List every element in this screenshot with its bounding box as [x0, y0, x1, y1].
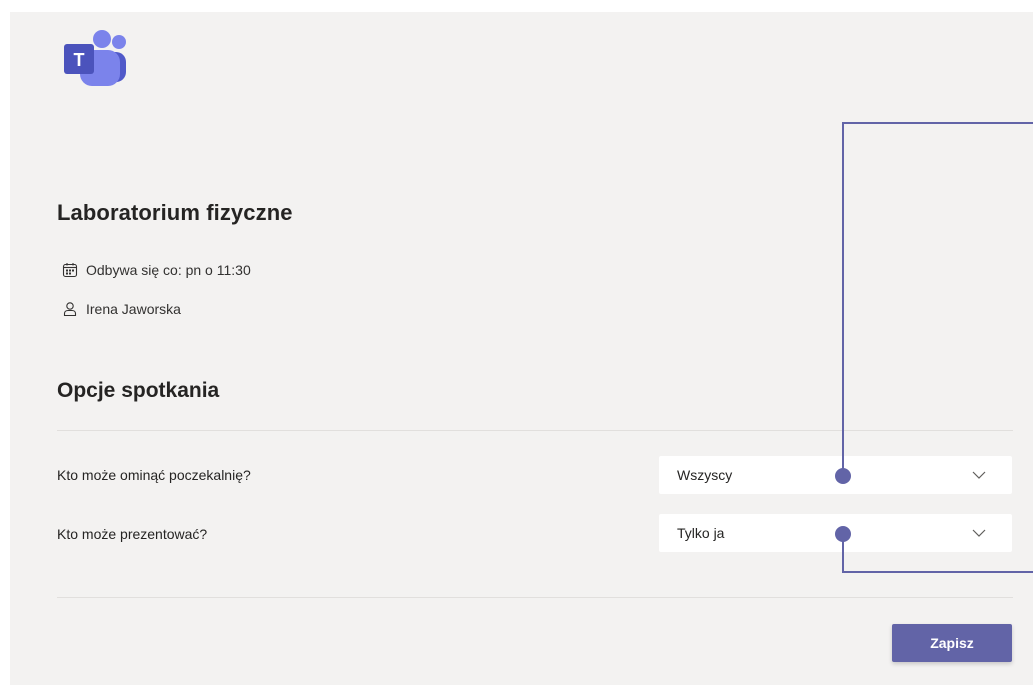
meeting-options-page	[10, 12, 1033, 685]
organizer-name: Irena Jaworska	[86, 301, 181, 317]
presenters-value: Tylko ja	[677, 525, 725, 541]
teams-logo-icon: T	[64, 30, 128, 86]
chevron-down-icon	[972, 529, 986, 537]
lobby-bypass-label: Kto może ominąć poczekalnię?	[57, 467, 251, 483]
teams-logo-letter: T	[74, 50, 85, 70]
meeting-recurrence: Odbywa się co: pn o 11:30	[62, 262, 251, 278]
person-icon	[62, 301, 78, 317]
divider	[57, 430, 1013, 431]
save-button[interactable]: Zapisz	[892, 624, 1012, 662]
lobby-bypass-value: Wszyscy	[677, 467, 733, 483]
presenters-label: Kto może prezentować?	[57, 526, 208, 542]
calendar-icon	[62, 262, 78, 278]
chevron-down-icon	[972, 471, 986, 479]
options-heading: Opcje spotkania	[57, 379, 220, 402]
lobby-bypass-dropdown[interactable]: Wszyscy	[659, 456, 1012, 494]
meeting-title: Laboratorium fizyczne	[57, 200, 293, 225]
divider	[57, 597, 1013, 598]
recurrence-text: Odbywa się co: pn o 11:30	[86, 262, 251, 278]
presenters-dropdown[interactable]: Tylko ja	[659, 514, 1012, 552]
meeting-organizer: Irena Jaworska	[62, 301, 181, 317]
